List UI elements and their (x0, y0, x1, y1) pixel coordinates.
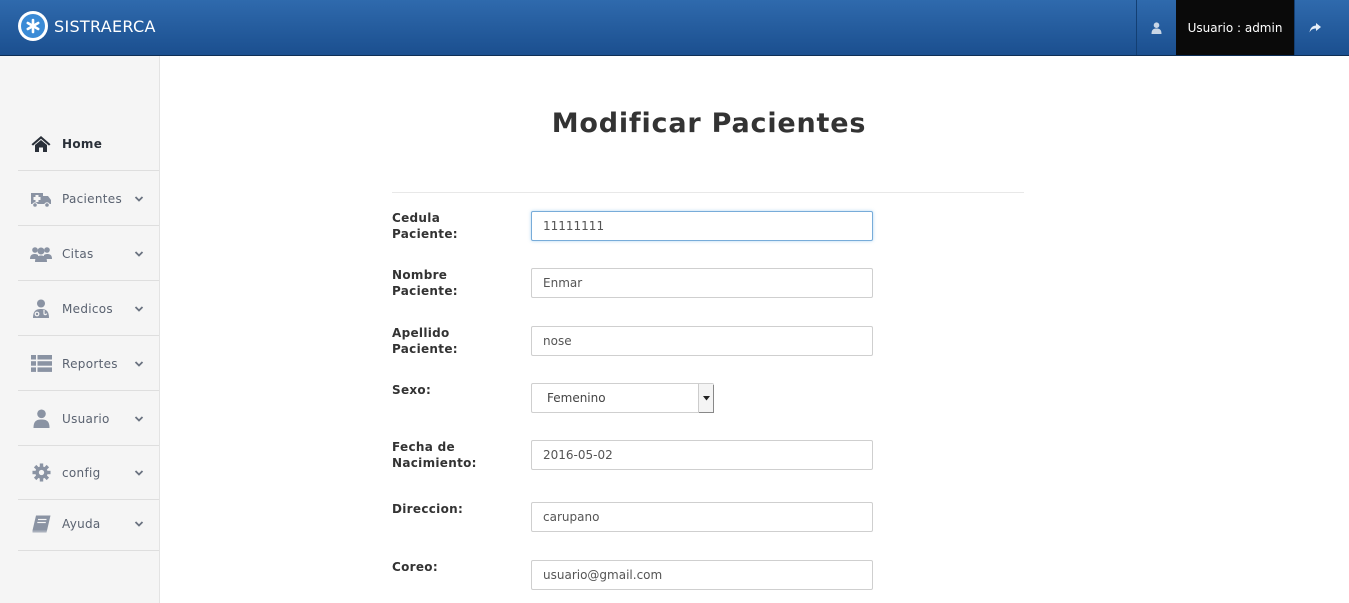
chevron-down-icon (134, 250, 144, 257)
chevron-down-icon (134, 195, 144, 202)
sidebar-item-label: Pacientes (62, 191, 123, 206)
dropdown-arrow-icon[interactable] (698, 384, 713, 412)
sidebar-item-usuario[interactable]: Usuario (18, 392, 159, 446)
medical-star-logo-icon (18, 11, 48, 41)
fecha-label-line2: Nacimiento: (392, 456, 477, 470)
list-icon (30, 353, 52, 375)
sidebar-item-reportes[interactable]: Reportes (18, 337, 159, 391)
ambulance-icon (30, 188, 52, 210)
direccion-label: Direccion: (392, 502, 464, 516)
cedula-label: Cedula Paciente: (392, 211, 458, 241)
brand-name: SISTRAERCA (54, 16, 156, 36)
sexo-label: Sexo: (392, 383, 432, 397)
nombre-input[interactable] (531, 268, 873, 298)
chevron-down-icon (134, 469, 144, 476)
sidebar-item-label: Home (62, 136, 103, 151)
user-label[interactable]: Usuario : admin (1176, 0, 1294, 55)
user-menu-button[interactable] (1136, 0, 1176, 55)
fecha-nacimiento-input[interactable] (531, 440, 873, 470)
sidebar-item-label: Medicos (62, 301, 113, 316)
page-title: Modificar Pacientes (551, 108, 867, 139)
share-arrow-icon (1309, 22, 1321, 32)
chevron-down-icon (134, 520, 144, 527)
cedula-input[interactable] (531, 211, 873, 241)
direccion-input[interactable] (531, 502, 873, 532)
user-md-icon (30, 298, 52, 320)
sidebar-item-label: Usuario (62, 411, 110, 426)
apellido-label: Apellido Paciente: (392, 326, 458, 356)
chevron-down-icon (134, 415, 144, 422)
users-icon (30, 243, 52, 265)
sidebar-item-config[interactable]: config (18, 446, 159, 500)
sidebar: Home Pacientes Citas Medicos Reportes Us… (0, 56, 160, 603)
sidebar-item-ayuda[interactable]: Ayuda (18, 497, 159, 551)
main-content: Modificar Pacientes Cedula Paciente: Nom… (160, 56, 1349, 603)
title-divider (392, 192, 1024, 193)
sidebar-item-label: Ayuda (62, 516, 101, 531)
fecha-label-line1: Fecha de (392, 440, 455, 454)
correo-label: Coreo: (392, 560, 438, 574)
sexo-select[interactable]: Femenino (531, 383, 714, 413)
nombre-label: Nombre Paciente: (392, 268, 458, 298)
user-icon (30, 408, 52, 430)
fecha-label: Fecha de Nacimiento: (392, 439, 502, 471)
logout-button[interactable] (1294, 0, 1334, 55)
sidebar-item-home[interactable]: Home (18, 117, 159, 171)
sidebar-item-citas[interactable]: Citas (18, 227, 159, 281)
home-icon (30, 133, 52, 155)
sidebar-item-medicos[interactable]: Medicos (18, 282, 159, 336)
correo-input[interactable] (531, 560, 873, 590)
sidebar-item-label: Reportes (62, 356, 118, 371)
sexo-selected-value: Femenino (547, 391, 606, 405)
sidebar-item-label: Citas (62, 246, 94, 261)
brand[interactable]: SISTRAERCA (18, 10, 156, 42)
chevron-down-icon (134, 305, 144, 312)
sidebar-item-pacientes[interactable]: Pacientes (18, 172, 159, 226)
user-icon (1151, 21, 1162, 34)
gear-icon (30, 462, 52, 484)
top-navbar: SISTRAERCA Usuario : admin (0, 0, 1349, 56)
chevron-down-icon (134, 360, 144, 367)
sidebar-item-label: config (62, 465, 101, 480)
book-icon (30, 513, 52, 535)
apellido-input[interactable] (531, 326, 873, 356)
